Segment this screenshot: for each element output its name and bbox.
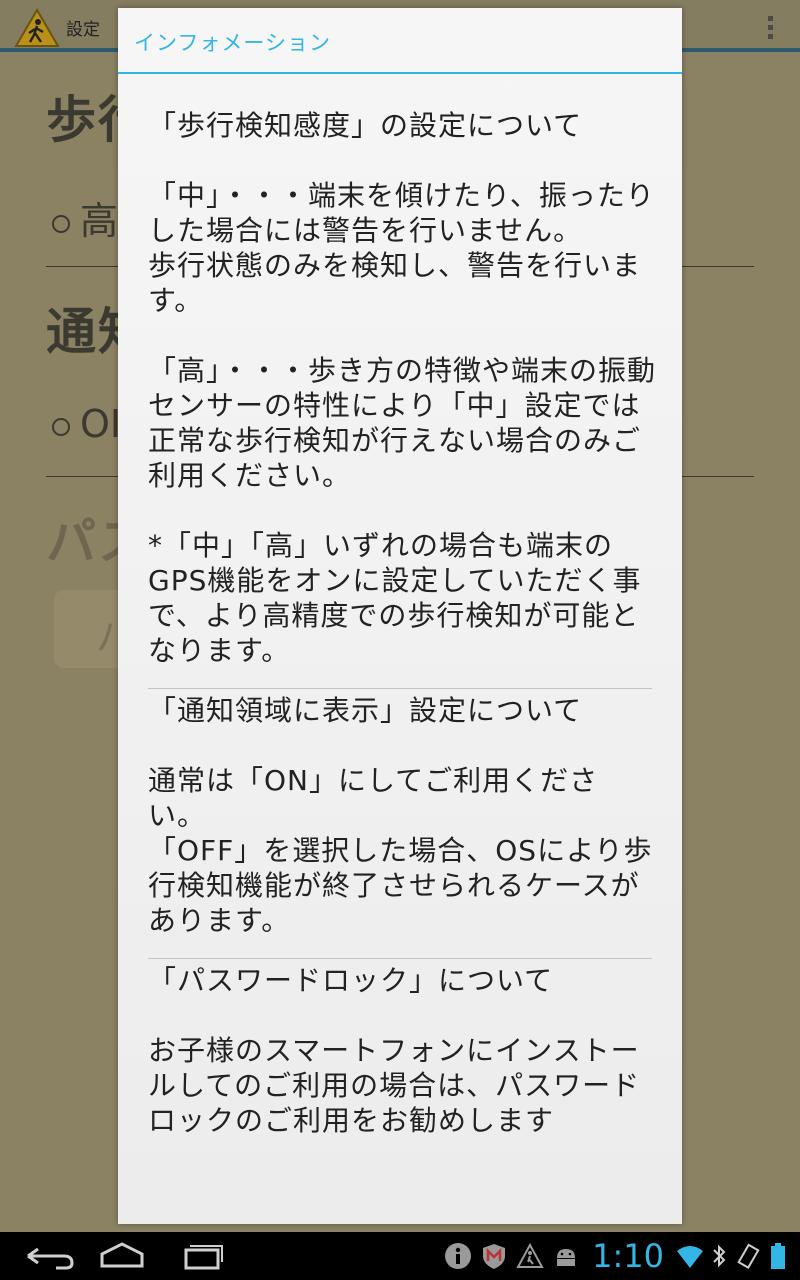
dialog-title: インフォメーション <box>134 31 331 55</box>
paragraph: 「高」・・・歩き方の特徴や端末の振動センサーの特性により「中」設定では正常な歩行… <box>148 354 656 492</box>
back-icon[interactable] <box>20 1240 80 1272</box>
paragraph: 「OFF」を選択した場合、OSにより歩行検知機能が終了させられるケースがあります… <box>148 834 653 937</box>
app-title: 設定 <box>66 20 100 40</box>
paragraph: 歩行状態のみを検知し、警告を行います。 <box>148 249 642 317</box>
auto-rotate-icon <box>737 1243 760 1270</box>
information-dialog: インフォメーション 「歩行検知感度」の設定について 「中」・・・端末を傾けたり、… <box>118 8 682 1224</box>
bg-radio-high[interactable]: 高 <box>52 190 118 245</box>
wifi-icon <box>677 1246 703 1268</box>
overflow-menu-icon[interactable] <box>768 16 774 40</box>
dialog-scroll-body[interactable]: 「歩行検知感度」の設定について 「中」・・・端末を傾けたり、振ったりした場合には… <box>148 108 656 1194</box>
status-area[interactable]: 1:10 <box>444 1237 786 1275</box>
radio-icon <box>52 417 70 436</box>
paragraph: 「中」・・・端末を傾けたり、振ったりした場合には警告を行いません。 <box>148 179 655 247</box>
radio-icon <box>52 214 70 233</box>
battery-icon <box>771 1243 785 1269</box>
section-title-password-lock: 「パスワードロック」について <box>148 964 554 997</box>
pedestrian-warning-icon[interactable] <box>14 8 60 48</box>
home-icon[interactable] <box>92 1240 152 1272</box>
dialog-header: インフォメーション <box>118 8 682 74</box>
pedestrian-warning-icon <box>516 1242 544 1268</box>
paragraph: *「中」「高」いずれの場合も端末のGPS機能をオンに設定していただく事で、より高… <box>148 529 642 667</box>
paragraph: 通常は「ON」にしてご利用ください。 <box>148 764 599 832</box>
clock: 1:10 <box>592 1237 664 1275</box>
section-divider <box>148 688 652 689</box>
system-bar: 1:10 <box>0 1232 800 1280</box>
info-icon <box>445 1243 472 1269</box>
section-title-walk-sensitivity: 「歩行検知感度」の設定について <box>148 109 583 142</box>
bluetooth-icon <box>713 1244 726 1268</box>
bg-radio-on[interactable]: OI <box>52 402 121 446</box>
recent-apps-icon[interactable] <box>172 1240 232 1272</box>
section-divider <box>148 958 652 959</box>
android-icon <box>557 1249 576 1266</box>
paragraph: お子様のスマートフォンにインストールしてのご利用の場合は、パスワードロックのご利… <box>148 1034 641 1137</box>
section-title-notification: 「通知領域に表示」設定について <box>148 694 583 727</box>
mcafee-shield-icon <box>483 1244 506 1269</box>
